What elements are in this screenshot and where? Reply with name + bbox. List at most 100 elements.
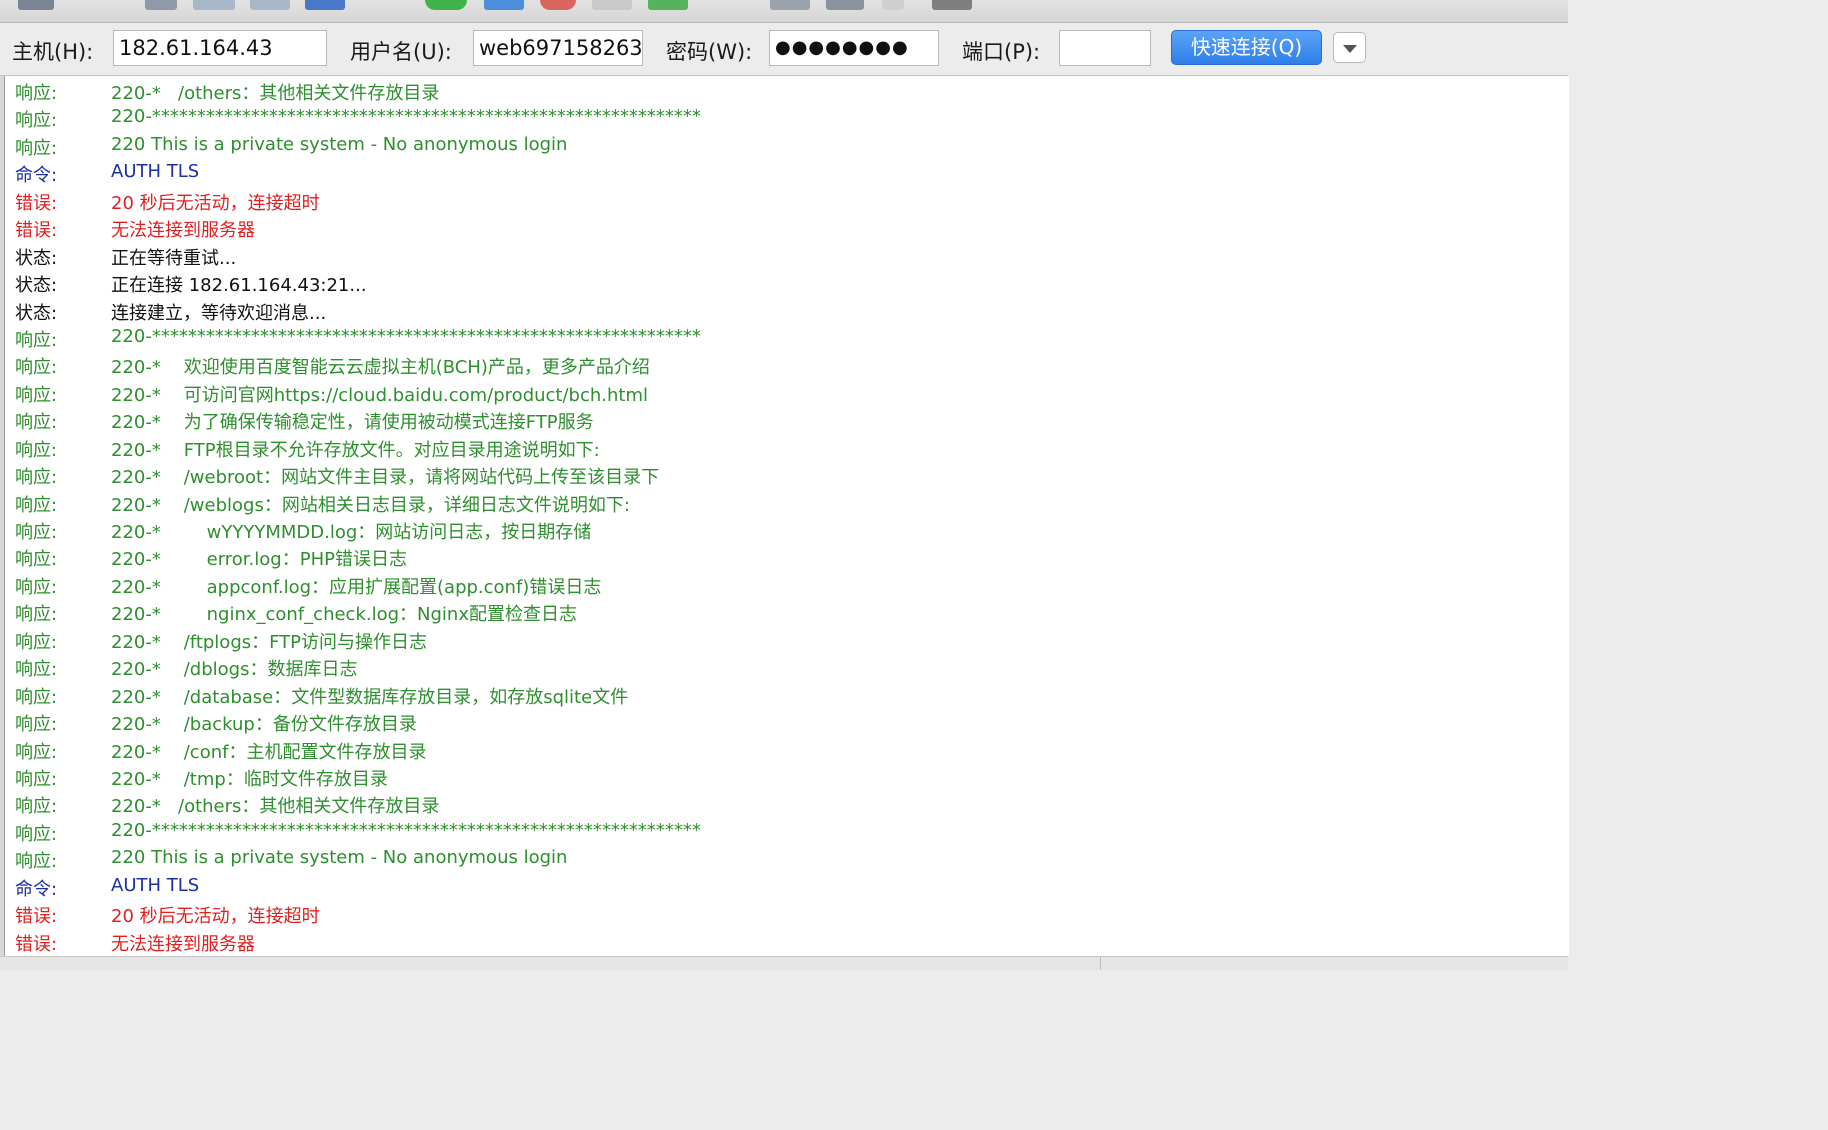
log-row: 错误: 无法连接到服务器 bbox=[5, 213, 1569, 242]
log-row: 响应: 220-* /ftplogs：FTP访问与操作日志 bbox=[5, 625, 1569, 653]
log-row: 响应: 220-* /backup：备份文件存放目录 bbox=[5, 707, 1569, 736]
log-row: 响应: 220-* /database：文件型数据库存放目录，如存放sqlite文… bbox=[5, 680, 1569, 708]
filter-icon[interactable] bbox=[882, 0, 904, 10]
log-message: 220 This is a private system - No anonym… bbox=[111, 847, 568, 869]
log-message: 220-* /dblogs：数据库日志 bbox=[111, 659, 358, 681]
log-message: 220-* wYYYYMMDD.log：网站访问日志，按日期存储 bbox=[111, 522, 592, 543]
log-row: 错误: 无法连接到服务器 bbox=[5, 927, 1569, 955]
log-message: 220-* appconf.log：应用扩展配置(app.conf)错误日志 bbox=[111, 576, 602, 598]
log-row: 响应: 220-* /webroot：网站文件主目录，请将网站代码上传至该目录下 bbox=[5, 460, 1569, 488]
log-type-label: 命令: bbox=[15, 165, 58, 187]
log-type-label: 响应: bbox=[15, 412, 58, 434]
bottom-pane-border bbox=[0, 956, 1568, 970]
log-row: 状态: 正在连接 182.61.164.43:21... bbox=[5, 268, 1569, 297]
log-row: 响应: 220-* /others：其他相关文件存放目录 bbox=[5, 789, 1569, 818]
log-type-label: 响应: bbox=[15, 494, 58, 516]
log-type-label: 响应: bbox=[15, 439, 58, 461]
pane-divider[interactable] bbox=[1100, 957, 1101, 970]
log-type-label: 响应: bbox=[15, 522, 58, 543]
host-input[interactable]: 182.61.164.43 bbox=[113, 30, 327, 66]
log-message: 无法连接到服务器 bbox=[111, 933, 255, 955]
cancel-icon[interactable] bbox=[540, 0, 576, 10]
log-message: 220-* /conf：主机配置文件存放目录 bbox=[111, 741, 427, 763]
log-type-label: 响应: bbox=[15, 329, 58, 351]
password-label: 密码(W): bbox=[666, 40, 753, 64]
find-files-icon[interactable] bbox=[932, 0, 972, 10]
log-message: AUTH TLS bbox=[111, 874, 200, 896]
toggle-local-tree-icon[interactable] bbox=[193, 0, 235, 10]
log-type-label: 响应: bbox=[15, 659, 58, 681]
log-type-label: 响应: bbox=[15, 110, 58, 132]
log-row: 响应: 220-* 可访问官网https://cloud.baidu.com/pr… bbox=[5, 378, 1569, 406]
port-input[interactable] bbox=[1059, 30, 1151, 66]
log-row: 响应: 220-* wYYYYMMDD.log：网站访问日志，按日期存储 bbox=[5, 515, 1569, 543]
log-message: 220-* 欢迎使用百度智能云云虚拟主机(BCH)产品，更多产品介绍 bbox=[111, 357, 650, 379]
log-row: 状态: 正在等待重试... bbox=[5, 241, 1569, 269]
log-type-label: 状态: bbox=[15, 247, 58, 269]
log-type-label: 响应: bbox=[15, 604, 58, 626]
log-type-label: 响应: bbox=[15, 714, 58, 736]
quickconnect-button[interactable]: 快速连接(Q) bbox=[1171, 30, 1322, 65]
log-type-label: 响应: bbox=[15, 83, 58, 104]
log-row: 状态: 连接建立，等待欢迎消息... bbox=[5, 296, 1569, 324]
disconnect-icon[interactable] bbox=[592, 0, 632, 10]
log-type-label: 响应: bbox=[15, 384, 58, 406]
log-message: 220-* /backup：备份文件存放目录 bbox=[111, 714, 417, 736]
log-type-label: 响应: bbox=[15, 823, 58, 845]
log-message: 20 秒后无活动，连接超时 bbox=[111, 906, 320, 928]
log-row: 响应: 220-* /weblogs：网站相关日志目录，详细日志文件说明如下: bbox=[5, 488, 1569, 516]
toggle-log-icon[interactable] bbox=[145, 0, 177, 10]
log-row: 响应: 220-* 为了确保传输稳定性，请使用被动模式连接FTP服务 bbox=[5, 405, 1569, 434]
username-label: 用户名(U): bbox=[350, 40, 452, 64]
log-message: 220-* /others：其他相关文件存放目录 bbox=[111, 796, 440, 818]
toolbar bbox=[0, 0, 1568, 23]
host-label: 主机(H): bbox=[12, 40, 94, 64]
refresh-icon[interactable] bbox=[425, 0, 467, 10]
log-row: 响应: 220-*********************************… bbox=[5, 817, 1569, 845]
log-message: 220-* nginx_conf_check.log：Nginx配置检查日志 bbox=[111, 604, 577, 626]
directory-compare-icon[interactable] bbox=[770, 0, 810, 10]
log-type-label: 状态: bbox=[15, 302, 58, 324]
log-type-label: 错误: bbox=[15, 192, 58, 214]
log-type-label: 响应: bbox=[15, 768, 58, 790]
log-message: 220-************************************… bbox=[111, 819, 701, 841]
log-row: 响应: 220-* 欢迎使用百度智能云云虚拟主机(BCH)产品，更多产品介绍 bbox=[5, 350, 1569, 379]
log-row: 响应: 220-* nginx_conf_check.log：Nginx配置检查日… bbox=[5, 597, 1569, 626]
log-message: 220-* 为了确保传输稳定性，请使用被动模式连接FTP服务 bbox=[111, 412, 594, 434]
password-input[interactable]: ●●●●●●●● bbox=[769, 30, 939, 66]
log-row: 错误: 20 秒后无活动，连接超时 bbox=[5, 899, 1569, 928]
log-type-label: 错误: bbox=[15, 220, 58, 242]
log-message: 正在等待重试... bbox=[111, 247, 237, 269]
log-row: 响应: 220-* error.log：PHP错误日志 bbox=[5, 542, 1569, 571]
transfer-queue-icon[interactable] bbox=[305, 0, 345, 10]
log-message: AUTH TLS bbox=[111, 161, 200, 183]
log-message: 220-* /database：文件型数据库存放目录，如存放sqlite文件 bbox=[111, 686, 629, 708]
log-type-label: 响应: bbox=[15, 851, 58, 873]
log-type-label: 响应: bbox=[15, 137, 58, 159]
log-type-label: 响应: bbox=[15, 549, 58, 571]
log-message: 正在连接 182.61.164.43:21... bbox=[111, 275, 367, 297]
log-row: 命令: AUTH TLS bbox=[5, 872, 1569, 900]
quickconnect-history-dropdown[interactable] bbox=[1333, 32, 1366, 63]
log-message: 220-* /ftplogs：FTP访问与操作日志 bbox=[111, 631, 428, 653]
log-message: 220 This is a private system - No anonym… bbox=[111, 133, 568, 155]
message-log[interactable]: 响应: 220-* /others：其他相关文件存放目录 响应: 220-******… bbox=[4, 76, 1569, 956]
log-row: 响应: 220-*********************************… bbox=[5, 323, 1569, 351]
process-queue-icon[interactable] bbox=[484, 0, 524, 10]
toggle-remote-tree-icon[interactable] bbox=[250, 0, 290, 10]
log-row: 响应: 220-* /dblogs：数据库日志 bbox=[5, 652, 1569, 681]
log-message: 220-************************************… bbox=[111, 325, 701, 347]
username-input[interactable]: web697158263 bbox=[473, 30, 643, 66]
search-icon[interactable] bbox=[826, 0, 864, 10]
log-message: 无法连接到服务器 bbox=[111, 220, 255, 242]
log-row: 响应: 220 This is a private system - No ano… bbox=[5, 131, 1569, 159]
log-type-label: 状态: bbox=[15, 275, 58, 297]
site-manager-icon[interactable] bbox=[18, 0, 54, 10]
reconnect-icon[interactable] bbox=[648, 0, 688, 10]
log-message: 20 秒后无活动，连接超时 bbox=[111, 192, 320, 214]
log-type-label: 命令: bbox=[15, 878, 58, 900]
log-type-label: 响应: bbox=[15, 741, 58, 763]
log-message: 220-* FTP根目录不允许存放文件。对应目录用途说明如下: bbox=[111, 439, 600, 461]
log-type-label: 错误: bbox=[15, 933, 58, 955]
log-row: 响应: 220-* /conf：主机配置文件存放目录 bbox=[5, 735, 1569, 763]
